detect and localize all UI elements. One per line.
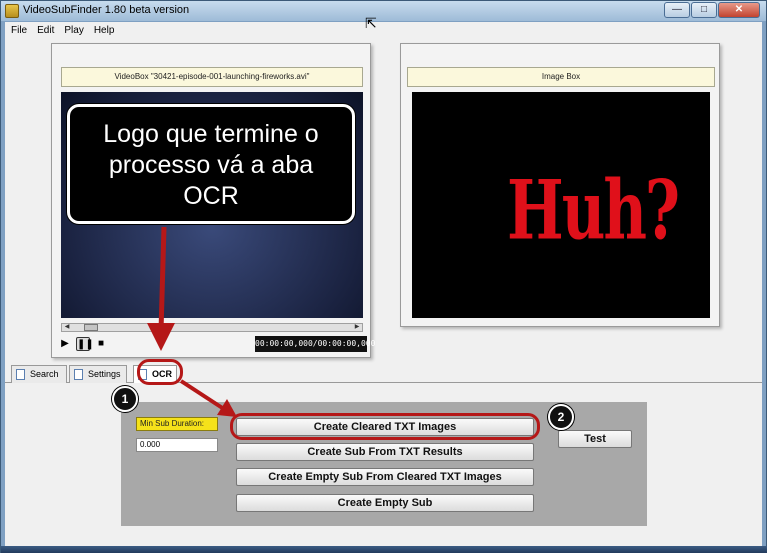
create-cleared-button-highlight xyxy=(230,413,540,440)
stop-icon[interactable]: ■ xyxy=(94,337,108,351)
image-display: Huh? xyxy=(412,92,710,318)
scroll-right-icon[interactable]: ▶ xyxy=(352,324,362,331)
test-button[interactable]: Test xyxy=(558,430,632,448)
menu-bar: File Edit Play Help xyxy=(5,22,762,38)
document-icon xyxy=(16,369,25,380)
min-sub-duration-input[interactable]: 0.000 xyxy=(136,438,218,452)
create-sub-from-txt-results-button[interactable]: Create Sub From TXT Results xyxy=(236,443,534,461)
tab-settings[interactable]: Settings xyxy=(69,365,127,383)
maximize-button[interactable]: □ xyxy=(691,2,717,18)
mouse-cursor-icon: ⇱ xyxy=(365,15,377,31)
app-window: VideoSubFinder 1.80 beta version — □ ✕ F… xyxy=(0,0,767,553)
annotation-callout: Logo que termine o processo vá a aba OCR xyxy=(67,104,355,224)
callout-line: Logo que termine o xyxy=(103,120,319,148)
video-box-header: VideoBox "30421-episode-001-launching-fi… xyxy=(61,67,363,87)
taskbar xyxy=(1,546,767,553)
tab-search[interactable]: Search xyxy=(11,365,67,383)
menu-file[interactable]: File xyxy=(11,25,27,36)
tab-settings-label: Settings xyxy=(88,369,121,379)
timecode-display: 00:00:00,000/00:00:00,000 xyxy=(255,336,375,352)
tab-search-label: Search xyxy=(30,369,59,379)
play-icon[interactable]: ▶ xyxy=(58,337,72,351)
close-button[interactable]: ✕ xyxy=(718,2,760,18)
menu-edit[interactable]: Edit xyxy=(37,25,54,36)
tab-strip: Search Settings OCR xyxy=(5,363,762,383)
step-2-badge: 2 xyxy=(548,404,574,430)
minimize-button[interactable]: — xyxy=(664,2,690,18)
pause-icon[interactable]: ❚❚ xyxy=(76,337,94,351)
create-empty-sub-button[interactable]: Create Empty Sub xyxy=(236,494,534,512)
image-box-panel: Image Box Huh? xyxy=(400,43,720,327)
video-seek-scrollbar[interactable]: ◀ ▶ xyxy=(61,323,363,332)
image-box-header: Image Box xyxy=(407,67,715,87)
menu-help[interactable]: Help xyxy=(94,25,115,36)
window-title: VideoSubFinder 1.80 beta version xyxy=(23,4,190,16)
step-1-badge: 1 xyxy=(112,386,138,412)
callout-line: OCR xyxy=(183,182,239,210)
callout-line: processo vá a aba xyxy=(108,151,314,179)
app-icon xyxy=(5,4,19,18)
title-bar[interactable]: VideoSubFinder 1.80 beta version — □ ✕ xyxy=(1,1,766,21)
scroll-left-icon[interactable]: ◀ xyxy=(62,324,72,331)
subtitle-image-text: Huh? xyxy=(507,164,680,259)
min-sub-duration-label: Min Sub Duration: xyxy=(136,417,218,431)
ocr-tab-highlight xyxy=(137,359,183,385)
seek-thumb[interactable] xyxy=(84,324,98,331)
create-empty-sub-from-cleared-button[interactable]: Create Empty Sub From Cleared TXT Images xyxy=(236,468,534,486)
menu-play[interactable]: Play xyxy=(64,25,83,36)
document-icon xyxy=(74,369,83,380)
